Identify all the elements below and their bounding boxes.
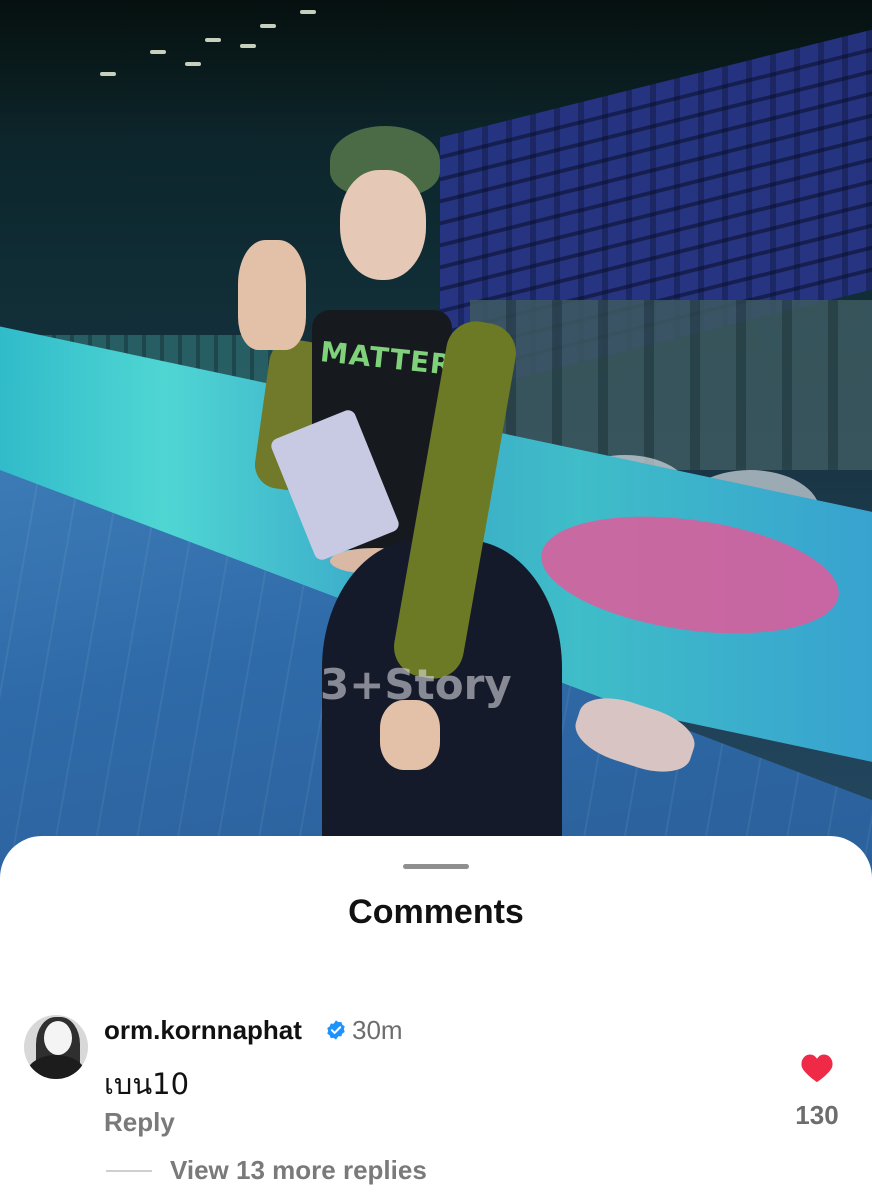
- reply-button[interactable]: Reply: [104, 1107, 175, 1138]
- comment-timestamp: 30m: [352, 1015, 403, 1045]
- person: MATTER: [230, 120, 710, 860]
- peace-sign-hand: [238, 240, 306, 350]
- sneaker: [568, 687, 702, 783]
- heart-icon[interactable]: [800, 1052, 834, 1084]
- watermark: 3+Story: [320, 660, 512, 709]
- post-photo: MATTER 3+Story: [0, 0, 872, 900]
- view-more-replies-button[interactable]: View 13 more replies: [170, 1155, 427, 1186]
- replies-divider: [106, 1170, 152, 1172]
- comment-text: เบน10: [104, 1067, 190, 1101]
- comment-username[interactable]: orm.kornnaphat: [104, 1015, 302, 1046]
- avatar[interactable]: [24, 1015, 88, 1079]
- verified-badge-icon: [327, 1020, 345, 1040]
- sheet-title: Comments: [348, 893, 524, 931]
- like-count: 130: [795, 1100, 839, 1130]
- sheet-drag-handle[interactable]: [403, 864, 469, 869]
